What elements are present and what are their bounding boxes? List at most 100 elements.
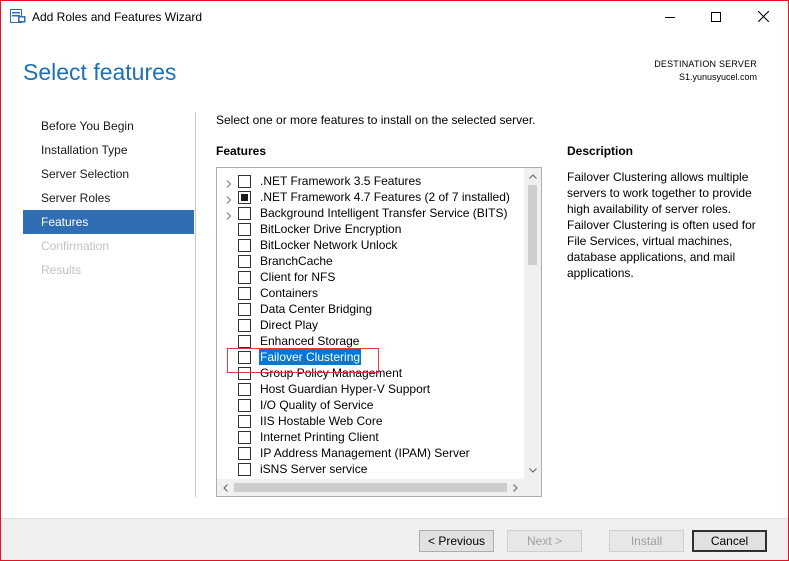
feature-row[interactable]: Containers xyxy=(217,285,524,301)
close-button[interactable] xyxy=(740,1,786,32)
feature-row[interactable]: BranchCache xyxy=(217,253,524,269)
feature-checkbox[interactable] xyxy=(238,351,251,364)
scroll-up-icon[interactable] xyxy=(524,168,541,185)
feature-row[interactable]: I/O Quality of Service xyxy=(217,397,524,413)
previous-button[interactable]: < Previous xyxy=(419,530,494,552)
destination-server-value: S1.yunusyucel.com xyxy=(678,72,757,82)
feature-label[interactable]: .NET Framework 4.7 Features (2 of 7 inst… xyxy=(259,189,511,205)
feature-checkbox[interactable] xyxy=(238,191,251,204)
feature-label[interactable]: BitLocker Drive Encryption xyxy=(259,221,402,237)
feature-label[interactable]: Group Policy Management xyxy=(259,365,403,381)
nav-item-installation-type[interactable]: Installation Type xyxy=(23,138,194,162)
scroll-right-icon[interactable] xyxy=(507,479,524,496)
feature-checkbox[interactable] xyxy=(238,431,251,444)
feature-label[interactable]: IP Address Management (IPAM) Server xyxy=(259,445,471,461)
feature-label[interactable]: Background Intelligent Transfer Service … xyxy=(259,205,508,221)
feature-row[interactable]: Enhanced Storage xyxy=(217,333,524,349)
nav-item-server-selection[interactable]: Server Selection xyxy=(23,162,194,186)
feature-row[interactable]: Data Center Bridging xyxy=(217,301,524,317)
destination-server-label: DESTINATION SERVER xyxy=(654,59,757,69)
description-heading: Description xyxy=(567,144,634,158)
vertical-scrollbar[interactable] xyxy=(524,168,541,479)
expand-arrow-icon[interactable] xyxy=(225,209,233,220)
horizontal-scrollbar[interactable] xyxy=(217,479,524,496)
nav-item-confirmation: Confirmation xyxy=(41,239,110,253)
feature-checkbox[interactable] xyxy=(238,287,251,300)
feature-label[interactable]: IIS Hostable Web Core xyxy=(259,413,384,429)
feature-checkbox[interactable] xyxy=(238,383,251,396)
feature-row[interactable]: IIS Hostable Web Core xyxy=(217,413,524,429)
nav-divider xyxy=(195,112,196,497)
nav-item-features[interactable]: Features xyxy=(23,210,194,234)
feature-checkbox[interactable] xyxy=(238,463,251,476)
feature-row[interactable]: .NET Framework 4.7 Features (2 of 7 inst… xyxy=(217,189,524,205)
expand-arrow-icon[interactable] xyxy=(225,193,233,204)
vertical-scroll-thumb[interactable] xyxy=(528,185,537,265)
close-icon xyxy=(757,11,769,22)
maximize-icon xyxy=(711,11,721,22)
feature-checkbox[interactable] xyxy=(238,335,251,348)
minimize-icon xyxy=(665,16,675,18)
feature-checkbox[interactable] xyxy=(238,415,251,428)
cancel-button[interactable]: Cancel xyxy=(692,530,767,552)
title-bar: Add Roles and Features Wizard xyxy=(1,1,788,32)
maximize-button[interactable] xyxy=(693,1,739,32)
feature-label[interactable]: Direct Play xyxy=(259,317,319,333)
features-tree[interactable]: .NET Framework 3.5 Features .NET Framewor… xyxy=(216,167,542,497)
scroll-down-icon[interactable] xyxy=(524,462,541,479)
feature-row[interactable]: Group Policy Management xyxy=(217,365,524,381)
feature-row[interactable]: Internet Printing Client xyxy=(217,429,524,445)
feature-checkbox[interactable] xyxy=(238,223,251,236)
feature-checkbox[interactable] xyxy=(238,207,251,220)
feature-row[interactable]: Direct Play xyxy=(217,317,524,333)
feature-label[interactable]: BranchCache xyxy=(259,253,334,269)
scroll-left-icon[interactable] xyxy=(217,479,234,496)
feature-row[interactable]: Failover Clustering xyxy=(217,349,524,365)
feature-checkbox[interactable] xyxy=(238,303,251,316)
feature-label[interactable]: Data Center Bridging xyxy=(259,301,373,317)
feature-checkbox[interactable] xyxy=(238,447,251,460)
feature-checkbox[interactable] xyxy=(238,271,251,284)
feature-checkbox[interactable] xyxy=(238,255,251,268)
feature-row[interactable]: iSNS Server service xyxy=(217,461,524,477)
feature-label[interactable]: .NET Framework 3.5 Features xyxy=(259,173,422,189)
feature-checkbox[interactable] xyxy=(238,175,251,188)
nav-item-server-roles[interactable]: Server Roles xyxy=(23,186,194,210)
wizard-footer: < Previous Next > Install Cancel xyxy=(1,518,788,560)
feature-label[interactable]: Failover Clustering xyxy=(259,349,362,365)
wizard-window: Add Roles and Features Wizard Select fea… xyxy=(0,0,789,561)
feature-label[interactable]: BitLocker Network Unlock xyxy=(259,237,398,253)
page-title: Select features xyxy=(23,59,177,85)
features-list: .NET Framework 3.5 Features .NET Framewor… xyxy=(217,173,524,477)
nav-item-before-you-begin[interactable]: Before You Begin xyxy=(23,114,194,138)
feature-checkbox[interactable] xyxy=(238,239,251,252)
feature-label[interactable]: Client for NFS xyxy=(259,269,336,285)
install-button[interactable]: Install xyxy=(609,530,684,552)
feature-label[interactable]: Host Guardian Hyper-V Support xyxy=(259,381,431,397)
description-text: Failover Clustering allows multiple serv… xyxy=(567,170,756,280)
expand-arrow-icon[interactable] xyxy=(225,177,233,188)
feature-row[interactable]: IP Address Management (IPAM) Server xyxy=(217,445,524,461)
horizontal-scroll-thumb[interactable] xyxy=(234,483,507,492)
feature-checkbox[interactable] xyxy=(238,319,251,332)
feature-label[interactable]: Enhanced Storage xyxy=(259,333,360,349)
feature-row[interactable]: BitLocker Network Unlock xyxy=(217,237,524,253)
feature-row[interactable]: .NET Framework 3.5 Features xyxy=(217,173,524,189)
feature-label[interactable]: Internet Printing Client xyxy=(259,429,380,445)
feature-row[interactable]: Host Guardian Hyper-V Support xyxy=(217,381,524,397)
feature-label[interactable]: I/O Quality of Service xyxy=(259,397,374,413)
nav-item-results: Results xyxy=(41,263,82,277)
minimize-button[interactable] xyxy=(647,1,693,32)
next-button[interactable]: Next > xyxy=(507,530,582,552)
scroll-corner xyxy=(524,479,541,496)
wizard-steps-nav: Before You Begin Installation Type Serve… xyxy=(23,114,194,282)
feature-row[interactable]: Background Intelligent Transfer Service … xyxy=(217,205,524,221)
feature-checkbox[interactable] xyxy=(238,399,251,412)
feature-checkbox[interactable] xyxy=(238,367,251,380)
server-manager-icon xyxy=(10,9,26,23)
features-heading: Features xyxy=(216,144,267,158)
feature-label[interactable]: Containers xyxy=(259,285,319,301)
feature-row[interactable]: Client for NFS xyxy=(217,269,524,285)
feature-label[interactable]: iSNS Server service xyxy=(259,461,368,477)
feature-row[interactable]: BitLocker Drive Encryption xyxy=(217,221,524,237)
